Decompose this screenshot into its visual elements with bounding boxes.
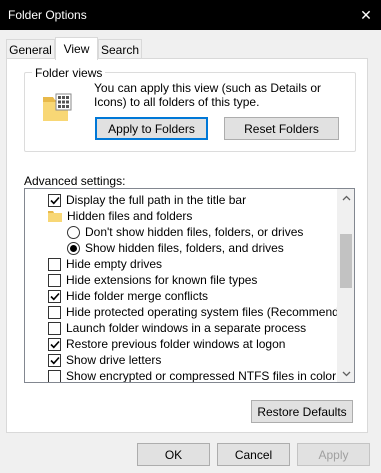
scrollbar-thumb[interactable] [340, 234, 352, 288]
apply-button[interactable]: Apply [297, 443, 370, 466]
checkbox[interactable] [48, 353, 61, 367]
list-item[interactable]: Don't show hidden files, folders, or dri… [67, 224, 303, 240]
list-item[interactable]: Launch folder windows in a separate proc… [48, 320, 306, 336]
checkbox[interactable] [48, 289, 61, 303]
list-item-label: Display the full path in the title bar [66, 193, 247, 207]
list-item-label: Show drive letters [66, 353, 162, 367]
chevron-up-icon[interactable] [338, 189, 354, 206]
folder-views-label: Folder views [32, 66, 106, 80]
list-item-label: Hide folder merge conflicts [66, 289, 209, 303]
list-item[interactable]: Display the full path in the title bar [48, 192, 246, 208]
reset-folders-button[interactable]: Reset Folders [224, 117, 339, 140]
list-item[interactable]: Hide folder merge conflicts [48, 288, 208, 304]
list-item-label: Restore previous folder windows at logon [66, 337, 286, 351]
list-item-label: Hide extensions for known file types [66, 273, 258, 287]
title-bar: Folder Options ✕ [0, 0, 381, 30]
close-icon[interactable]: ✕ [351, 0, 381, 30]
list-item-label: Hide protected operating system files (R… [66, 305, 355, 319]
tab-view[interactable]: View [55, 37, 98, 60]
apply-to-folders-button[interactable]: Apply to Folders [95, 117, 208, 140]
radio-button[interactable] [67, 241, 80, 255]
chevron-down-icon[interactable] [338, 365, 354, 382]
list-item-label: Don't show hidden files, folders, or dri… [85, 225, 304, 239]
list-item[interactable]: Hide empty drives [48, 256, 162, 272]
list-item: Hidden files and folders [48, 208, 192, 224]
list-item-label: Show encrypted or compressed NTFS files … [66, 369, 337, 383]
checkbox[interactable] [48, 369, 61, 382]
list-item-label: Hidden files and folders [67, 209, 193, 223]
checkbox[interactable] [48, 321, 61, 335]
checkbox[interactable] [48, 193, 61, 207]
restore-defaults-button[interactable]: Restore Defaults [251, 400, 353, 423]
advanced-settings-list[interactable]: Display the full path in the title bar H… [24, 188, 355, 383]
list-item-label: Hide empty drives [66, 257, 163, 271]
list-item-label: Launch folder windows in a separate proc… [66, 321, 307, 335]
tab-general[interactable]: General [6, 39, 55, 59]
checkbox[interactable] [48, 273, 61, 287]
vertical-scrollbar[interactable] [337, 189, 354, 382]
list-item[interactable]: Restore previous folder windows at logon [48, 336, 285, 352]
list-item[interactable]: Hide extensions for known file types [48, 272, 257, 288]
tab-search[interactable]: Search [98, 39, 142, 59]
advanced-settings-label: Advanced settings: [24, 174, 126, 188]
checkbox[interactable] [48, 257, 61, 271]
checkbox[interactable] [48, 337, 61, 351]
list-item[interactable]: Show encrypted or compressed NTFS files … [48, 368, 337, 383]
folder-views-description: You can apply this view (such as Details… [94, 81, 322, 109]
list-item[interactable]: Show hidden files, folders, and drives [67, 240, 284, 256]
window-title: Folder Options [8, 8, 87, 22]
folder-icon [48, 211, 62, 222]
list-item[interactable]: Hide protected operating system files (R… [48, 304, 355, 320]
ok-button[interactable]: OK [137, 443, 210, 466]
folder-views-icon [43, 93, 72, 121]
list-item-label: Show hidden files, folders, and drives [85, 241, 284, 255]
list-item[interactable]: Show drive letters [48, 352, 161, 368]
checkbox[interactable] [48, 305, 61, 319]
cancel-button[interactable]: Cancel [217, 443, 290, 466]
radio-button[interactable] [67, 225, 80, 239]
